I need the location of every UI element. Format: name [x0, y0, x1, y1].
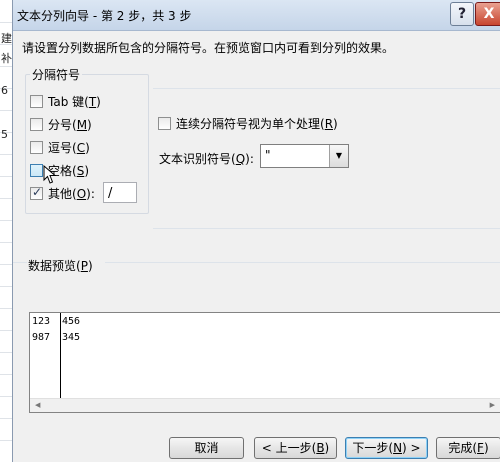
- section-divider: [13, 262, 27, 263]
- preview-cell: 123: [32, 316, 51, 327]
- checkmark-icon: ✓: [32, 184, 43, 199]
- sheet-cell-text: 补: [1, 52, 12, 65]
- sheet-cell-text: 建: [1, 32, 12, 45]
- scroll-left-icon[interactable]: ◀: [35, 401, 40, 409]
- data-preview-label: 数据预览(P): [28, 259, 93, 273]
- checkbox-box[interactable]: [30, 117, 43, 131]
- horizontal-scrollbar[interactable]: ◀ ▶: [30, 398, 500, 412]
- checkbox-label: 连续分隔符号视为单个处理(R): [176, 116, 338, 131]
- treat-consecutive-checkbox[interactable]: 连续分隔符号视为单个处理(R): [158, 114, 338, 132]
- window-title: 文本分列向导 - 第 2 步，共 3 步: [17, 9, 192, 23]
- preview-cell: 987: [32, 332, 51, 343]
- semicolon-checkbox[interactable]: 分号(M): [30, 115, 92, 133]
- instruction-text: 请设置分列数据所包含的分隔符号。在预览窗口内可看到分列的效果。: [22, 41, 395, 55]
- section-divider: [105, 262, 500, 263]
- text-to-columns-dialog: 文本分列向导 - 第 2 步，共 3 步 ? X 请设置分列数据所包含的分隔符号…: [12, 0, 500, 462]
- section-divider: [153, 228, 500, 229]
- section-divider: [153, 88, 500, 89]
- space-checkbox[interactable]: 空格(S): [30, 161, 89, 179]
- close-button[interactable]: X: [475, 2, 500, 26]
- checkbox-label: 分号(M): [48, 117, 92, 132]
- text-qualifier-dropdown[interactable]: " ▼: [260, 144, 349, 168]
- chevron-down-icon[interactable]: ▼: [329, 145, 348, 167]
- tab-checkbox[interactable]: Tab 键(T): [30, 92, 101, 110]
- checkbox-box[interactable]: ✓: [30, 184, 43, 200]
- checkbox-label: 逗号(C): [48, 140, 90, 155]
- next-button[interactable]: 下一步(N) >: [345, 437, 428, 459]
- sheet-cell-text: 5: [1, 128, 8, 141]
- text-qualifier-label: 文本识别符号(Q):: [159, 152, 254, 166]
- sheet-cell-text: 6: [1, 84, 8, 97]
- checkbox-label: 其他(O):: [48, 186, 95, 201]
- text-qualifier-value: ": [265, 148, 271, 162]
- checkbox-label: Tab 键(T): [48, 94, 101, 109]
- other-checkbox[interactable]: ✓ 其他(O):: [30, 184, 95, 202]
- back-button[interactable]: < 上一步(B): [254, 437, 337, 459]
- checkbox-box[interactable]: [30, 94, 43, 108]
- other-delimiter-input[interactable]: /: [103, 182, 137, 203]
- help-button[interactable]: ?: [450, 2, 474, 26]
- title-bar[interactable]: 文本分列向导 - 第 2 步，共 3 步 ? X: [13, 0, 500, 31]
- mouse-cursor-icon: [43, 165, 57, 184]
- delimiter-group-title: 分隔符号: [30, 66, 83, 83]
- cancel-button[interactable]: 取消: [169, 437, 244, 459]
- data-preview-panel[interactable]: 123 456 987 345 ◀ ▶: [29, 312, 500, 413]
- finish-button[interactable]: 完成(F): [436, 437, 500, 459]
- preview-cell: 456: [62, 316, 81, 327]
- checkbox-box[interactable]: [30, 163, 43, 177]
- preview-cell: 345: [62, 332, 81, 343]
- scroll-right-icon[interactable]: ▶: [490, 401, 495, 409]
- comma-checkbox[interactable]: 逗号(C): [30, 138, 90, 156]
- column-break-line[interactable]: [60, 313, 61, 401]
- checkbox-box[interactable]: [158, 116, 171, 130]
- checkbox-box[interactable]: [30, 140, 43, 154]
